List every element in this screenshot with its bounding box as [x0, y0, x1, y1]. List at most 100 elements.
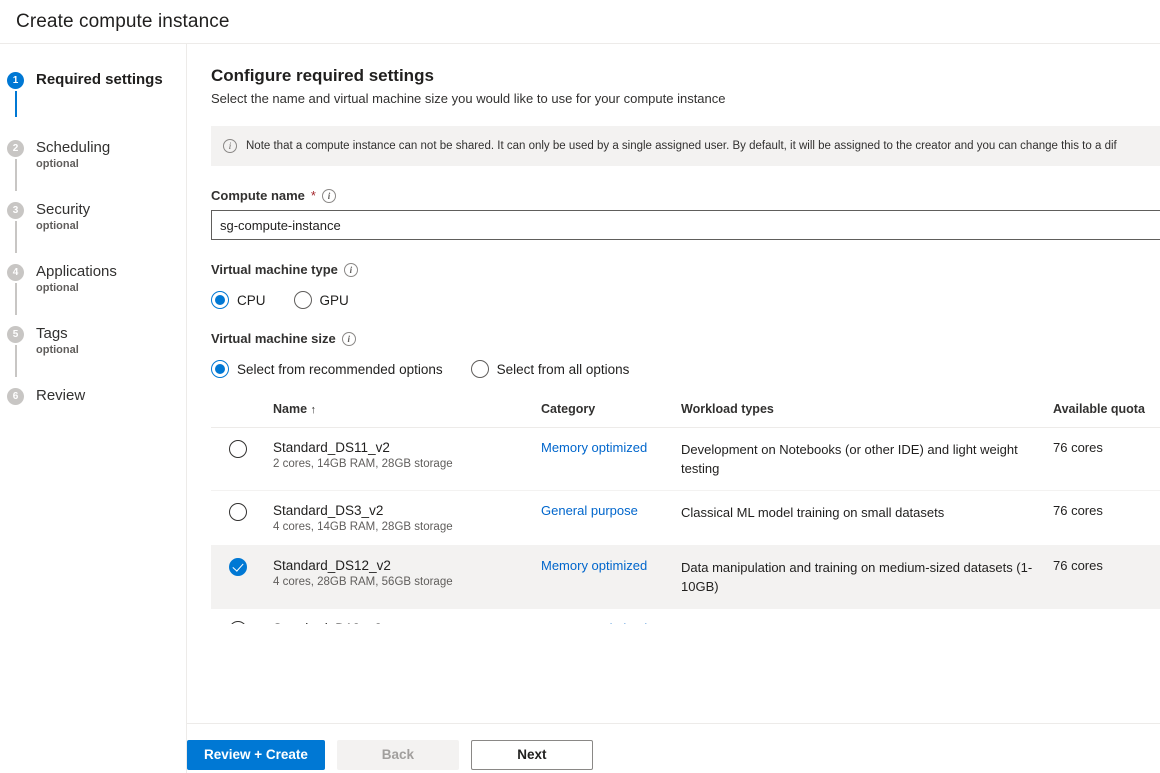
row-category-cell: Memory optimized	[541, 546, 681, 609]
step-label: Required settings	[36, 70, 186, 89]
row-category-cell: Memory optimized	[541, 428, 681, 491]
vm-size-table: Name ↑ Category Workload types Available…	[211, 402, 1160, 624]
compute-name-field-group: Compute name *	[211, 188, 1160, 240]
category-link[interactable]: General purpose	[541, 503, 638, 518]
compute-name-label-text: Compute name	[211, 188, 305, 203]
radio-label: GPU	[320, 293, 349, 308]
info-banner: Note that a compute instance can not be …	[211, 126, 1160, 166]
row-category-cell: Memory optimized	[541, 609, 681, 625]
category-link[interactable]: Memory optimized	[541, 621, 647, 624]
vm-type-label: Virtual machine type	[211, 262, 1160, 277]
vm-spec: 2 cores, 14GB RAM, 28GB storage	[273, 458, 541, 470]
radio-unselected-icon[interactable]	[229, 503, 247, 521]
info-icon[interactable]	[322, 189, 336, 203]
radio-recommended-options[interactable]: Select from recommended options	[211, 360, 443, 378]
vm-spec: 4 cores, 14GB RAM, 28GB storage	[273, 521, 541, 533]
app-shell: 1 Required settings 2 Scheduling optiona…	[0, 44, 1160, 773]
wizard-step-tags[interactable]: 5 Tags optional	[0, 324, 186, 364]
step-number-badge: 1	[7, 72, 24, 89]
info-icon[interactable]	[342, 332, 356, 346]
category-link[interactable]: Memory optimized	[541, 558, 647, 573]
column-header-select	[211, 402, 273, 428]
step-label: Review	[36, 386, 186, 405]
wizard-step-rail: 1 Required settings 2 Scheduling optiona…	[0, 44, 187, 773]
row-quota-cell: 100 cores	[1053, 609, 1160, 625]
wizard-step-review[interactable]: 6 Review	[0, 386, 186, 426]
radio-vm-type-gpu[interactable]: GPU	[294, 291, 349, 309]
step-optional-label: optional	[36, 344, 186, 356]
info-icon	[223, 139, 237, 153]
step-connector-line	[15, 159, 17, 191]
vm-spec: 4 cores, 28GB RAM, 56GB storage	[273, 576, 541, 588]
radio-dot-icon	[294, 291, 312, 309]
row-name-cell: Standard_D13_v2	[273, 609, 541, 625]
row-name-cell: Standard_DS3_v2 4 cores, 14GB RAM, 28GB …	[273, 491, 541, 546]
row-workload-cell: Data manipulation and training on medium…	[681, 546, 1053, 609]
step-label: Scheduling	[36, 138, 186, 157]
radio-dot-icon	[211, 291, 229, 309]
column-header-workload[interactable]: Workload types	[681, 402, 1053, 428]
step-label: Tags	[36, 324, 186, 343]
info-icon[interactable]	[344, 263, 358, 277]
step-optional-label: optional	[36, 282, 186, 294]
row-select-cell[interactable]	[211, 609, 273, 625]
table-header-row: Name ↑ Category Workload types Available…	[211, 402, 1160, 428]
step-connector-line	[15, 283, 17, 315]
vm-size-field-group: Virtual machine size Select from recomme…	[211, 331, 1160, 378]
wizard-footer: Review + Create Back Next	[187, 723, 1160, 773]
column-header-category[interactable]: Category	[541, 402, 681, 428]
review-create-button[interactable]: Review + Create	[187, 740, 325, 770]
back-button: Back	[337, 740, 459, 770]
wizard-step-required-settings[interactable]: 1 Required settings	[0, 70, 186, 110]
table-row[interactable]: Standard_DS11_v2 2 cores, 14GB RAM, 28GB…	[211, 428, 1160, 491]
vm-type-radio-group: CPU GPU	[211, 291, 1160, 309]
row-workload-cell: Classical ML model training on small dat…	[681, 491, 1053, 546]
category-link[interactable]: Memory optimized	[541, 440, 647, 455]
step-number-badge: 3	[7, 202, 24, 219]
row-quota-cell: 76 cores	[1053, 428, 1160, 491]
step-label: Security	[36, 200, 186, 219]
column-header-name-text: Name	[273, 402, 307, 416]
wizard-step-scheduling[interactable]: 2 Scheduling optional	[0, 138, 186, 178]
step-number-badge: 6	[7, 388, 24, 405]
radio-label: Select from all options	[497, 362, 630, 377]
wizard-step-applications[interactable]: 4 Applications optional	[0, 262, 186, 302]
step-optional-label: optional	[36, 220, 186, 232]
row-select-cell[interactable]	[211, 428, 273, 491]
radio-vm-type-cpu[interactable]: CPU	[211, 291, 266, 309]
compute-name-label: Compute name *	[211, 188, 1160, 203]
column-header-name[interactable]: Name ↑	[273, 402, 541, 428]
step-number-badge: 5	[7, 326, 24, 343]
row-select-cell[interactable]	[211, 491, 273, 546]
radio-selected-checkmark-icon[interactable]	[229, 558, 247, 576]
row-category-cell: General purpose	[541, 491, 681, 546]
row-quota-cell: 76 cores	[1053, 491, 1160, 546]
column-header-quota[interactable]: Available quota	[1053, 402, 1160, 428]
sort-ascending-icon: ↑	[311, 404, 317, 416]
row-workload-cell: Development on Notebooks (or other IDE) …	[681, 428, 1053, 491]
table-row[interactable]: Standard_DS3_v2 4 cores, 14GB RAM, 28GB …	[211, 491, 1160, 546]
radio-unselected-icon[interactable]	[229, 621, 247, 624]
pane-subheading: Select the name and virtual machine size…	[211, 91, 1160, 106]
vm-name: Standard_DS11_v2	[273, 440, 541, 455]
step-number-badge: 4	[7, 264, 24, 281]
wizard-step-security[interactable]: 3 Security optional	[0, 200, 186, 240]
vm-size-label: Virtual machine size	[211, 331, 1160, 346]
table-row-selected[interactable]: Standard_DS12_v2 4 cores, 28GB RAM, 56GB…	[211, 546, 1160, 609]
compute-name-input[interactable]	[211, 210, 1160, 240]
radio-all-options[interactable]: Select from all options	[471, 360, 630, 378]
step-connector-line	[15, 345, 17, 377]
table-row[interactable]: Standard_D13_v2 Memory optimized Data ma…	[211, 609, 1160, 625]
main-content-pane: Configure required settings Select the n…	[187, 44, 1160, 773]
window-titlebar: Create compute instance	[0, 0, 1160, 44]
radio-dot-icon	[211, 360, 229, 378]
radio-unselected-icon[interactable]	[229, 440, 247, 458]
row-name-cell: Standard_DS12_v2 4 cores, 28GB RAM, 56GB…	[273, 546, 541, 609]
page-title: Create compute instance	[16, 11, 230, 33]
vm-size-table-scroll-region[interactable]: Name ↑ Category Workload types Available…	[211, 402, 1160, 624]
pane-heading: Configure required settings	[211, 66, 1160, 86]
vm-type-label-text: Virtual machine type	[211, 262, 338, 277]
row-select-cell[interactable]	[211, 546, 273, 609]
next-button[interactable]: Next	[471, 740, 593, 770]
vm-name: Standard_DS12_v2	[273, 558, 541, 573]
